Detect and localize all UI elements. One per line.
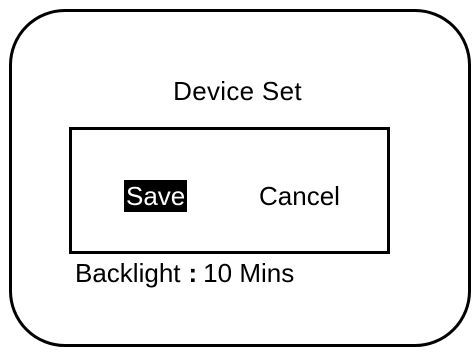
confirm-dialog: Save Cancel [69, 127, 390, 254]
backlight-status: Backlight:10 Mins [75, 258, 294, 288]
cancel-option[interactable]: Cancel [257, 180, 342, 212]
backlight-value: 10 Mins [203, 258, 295, 288]
status-separator: : [188, 258, 198, 288]
screen-title: Device Set [173, 76, 302, 106]
backlight-label: Backlight [75, 258, 181, 288]
save-option[interactable]: Save [124, 180, 188, 212]
